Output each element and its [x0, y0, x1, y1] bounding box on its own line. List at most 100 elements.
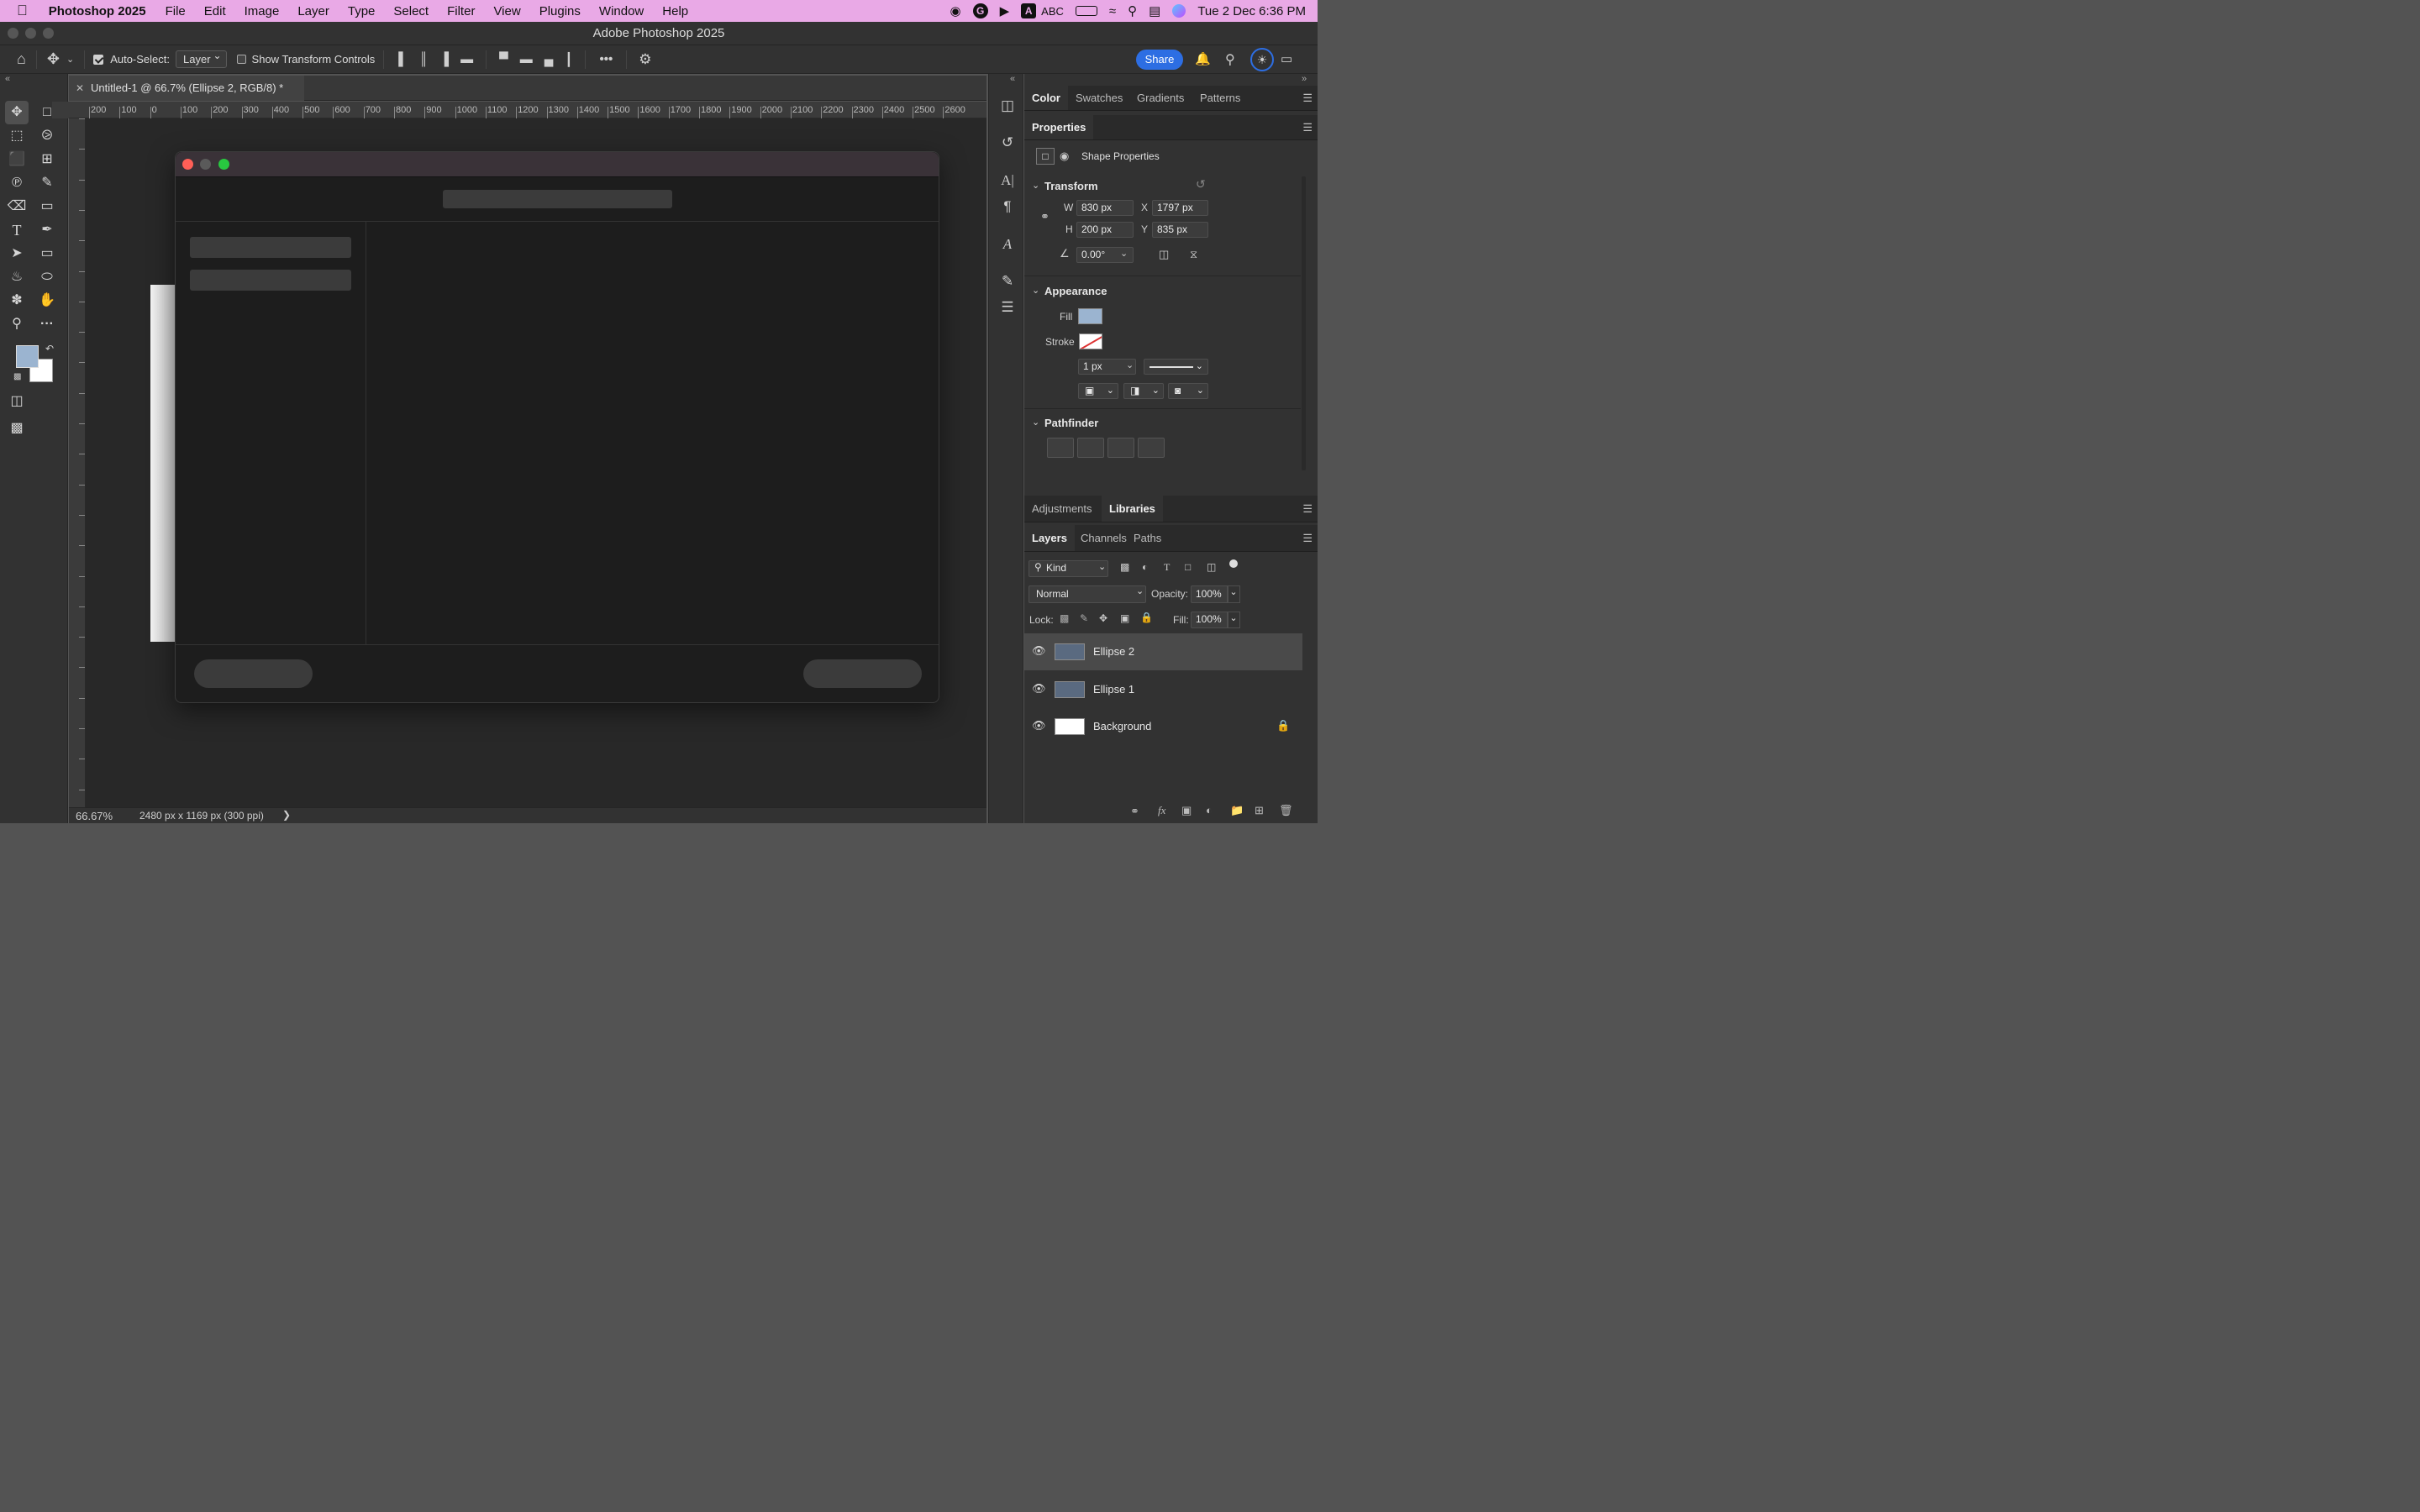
align-bottom-icon[interactable]: ▄: [544, 52, 554, 66]
fx-icon[interactable]: fx: [1158, 804, 1165, 817]
chevron-down-icon[interactable]: ⌄: [1227, 585, 1240, 603]
filter-type-icon[interactable]: T: [1164, 561, 1170, 574]
chevron-right-icon[interactable]: ❯: [282, 809, 291, 821]
workspace-icon[interactable]: ▭: [1281, 51, 1292, 66]
gradient-tool-icon[interactable]: ▭: [35, 195, 59, 218]
ellipse-tool-icon[interactable]: ⬭: [35, 265, 59, 289]
transform-section-title[interactable]: Transform: [1044, 180, 1098, 192]
chevron-down-icon[interactable]: ⌄: [1227, 612, 1240, 628]
trash-icon[interactable]: 🗑: [1279, 804, 1293, 817]
tab-swatches[interactable]: Swatches: [1068, 86, 1130, 110]
type-tool-icon[interactable]: T: [5, 218, 29, 242]
bell-icon[interactable]: 🔔: [1195, 51, 1211, 66]
eyedropper-tool-icon[interactable]: ℗: [5, 171, 29, 195]
filter-pixel-icon[interactable]: ▩: [1120, 561, 1129, 573]
battery-icon[interactable]: [1075, 6, 1097, 16]
layer-name[interactable]: Ellipse 1: [1093, 683, 1134, 696]
menu-window[interactable]: Window: [590, 4, 653, 18]
stroke-caps-dropdown[interactable]: ◨ ⌄: [1123, 383, 1164, 399]
align-top-icon[interactable]: ▀: [499, 52, 508, 66]
new-layer-icon[interactable]: ⊞: [1255, 804, 1264, 817]
paragraph-icon[interactable]: ¶: [997, 197, 1018, 217]
crop-tool-icon[interactable]: ⊞: [35, 148, 59, 171]
tab-adjustments[interactable]: Adjustments: [1024, 496, 1100, 522]
layer-row-background[interactable]: 👁 Background 🔒: [1024, 708, 1302, 745]
chevron-down-icon[interactable]: ⌄: [1120, 248, 1128, 259]
close-tab-icon[interactable]: ✕: [76, 76, 84, 101]
visibility-eye-icon[interactable]: 👁: [1032, 719, 1046, 732]
lock-icon[interactable]: 🔒: [1276, 719, 1290, 732]
auto-select-checkbox[interactable]: [93, 54, 104, 65]
height-field[interactable]: 200 px: [1076, 222, 1134, 238]
brush-settings-icon[interactable]: ✎: [997, 271, 1018, 291]
chevron-down-icon[interactable]: ⌄: [1098, 561, 1106, 572]
glyphs-icon[interactable]: A: [997, 234, 1018, 255]
lightbulb-icon[interactable]: ☀: [1250, 48, 1274, 71]
document-tab[interactable]: ✕ Untitled-1 @ 66.7% (Ellipse 2, RGB/8) …: [69, 76, 304, 101]
width-field[interactable]: 830 px: [1076, 200, 1134, 216]
home-icon[interactable]: ⌂: [17, 50, 26, 68]
add-mask-icon[interactable]: ▣: [1181, 804, 1192, 817]
panel-menu-icon[interactable]: ☰: [1302, 86, 1313, 111]
layer-name[interactable]: Background: [1093, 720, 1151, 732]
scrollbar[interactable]: [1302, 176, 1306, 470]
auto-select-dropdown[interactable]: Layer: [176, 50, 227, 68]
flip-vertical-icon[interactable]: ⧖: [1190, 248, 1197, 261]
align-middle-icon[interactable]: ▬: [520, 52, 533, 66]
opacity-field[interactable]: 100%: [1191, 585, 1228, 603]
lock-transparency-icon[interactable]: ▩: [1060, 612, 1069, 624]
link-layers-icon[interactable]: ⚭: [1130, 805, 1139, 818]
zoom-tool-icon[interactable]: ⚲: [5, 312, 29, 336]
panel-menu-icon[interactable]: ☰: [1302, 115, 1313, 140]
pathfinder-exclude-icon[interactable]: [1138, 438, 1165, 458]
history-icon[interactable]: ↺: [997, 133, 1018, 153]
close-window-button[interactable]: [8, 28, 18, 39]
menu-type[interactable]: Type: [339, 4, 385, 18]
align-center-icon[interactable]: ║: [419, 52, 429, 66]
filter-shape-icon[interactable]: □: [1185, 561, 1191, 573]
tab-color[interactable]: Color: [1024, 86, 1068, 110]
visibility-eye-icon[interactable]: 👁: [1032, 644, 1046, 658]
fill-opacity-field[interactable]: 100%: [1191, 612, 1228, 628]
search-icon[interactable]: ⚲: [1225, 51, 1235, 68]
lasso-tool-icon[interactable]: ⧁: [35, 124, 59, 148]
input-source-icon[interactable]: A: [1021, 3, 1037, 18]
eraser-tool-icon[interactable]: ⌫: [5, 195, 29, 218]
gear-icon[interactable]: ⚙: [639, 51, 651, 68]
share-button[interactable]: Share: [1136, 50, 1183, 70]
menu-layer[interactable]: Layer: [288, 4, 339, 18]
tab-gradients[interactable]: Gradients: [1129, 86, 1192, 110]
app-menu[interactable]: Photoshop 2025: [37, 4, 156, 18]
menu-select[interactable]: Select: [384, 4, 438, 18]
stroke-align-dropdown[interactable]: ▣ ⌄: [1078, 383, 1118, 399]
visibility-eye-icon[interactable]: 👁: [1032, 682, 1046, 696]
layer-comps-icon[interactable]: ◫: [997, 96, 1018, 116]
stroke-swatch[interactable]: [1079, 333, 1102, 349]
chevron-down-icon[interactable]: ⌄: [1032, 180, 1039, 191]
tab-paths[interactable]: Paths: [1126, 525, 1169, 551]
stroke-corners-dropdown[interactable]: ◙ ⌄: [1168, 383, 1208, 399]
quick-mask-icon[interactable]: ◫: [5, 390, 29, 413]
adjust-sliders-icon[interactable]: ☰: [997, 297, 1018, 318]
collapse-toggle-icon[interactable]: «: [1010, 74, 1015, 84]
move-tool-icon[interactable]: ✥: [5, 101, 29, 124]
paint-bucket-tool-icon[interactable]: ♨: [5, 265, 29, 289]
pathfinder-unite-icon[interactable]: [1047, 438, 1074, 458]
default-colors-icon[interactable]: ▩: [13, 372, 21, 381]
tab-properties[interactable]: Properties: [1024, 115, 1094, 139]
apple-menu-icon[interactable]: : [0, 3, 37, 19]
grammarly-icon[interactable]: G: [972, 3, 988, 18]
move-tool-icon[interactable]: ✥: [47, 50, 60, 68]
siri-icon[interactable]: [1172, 4, 1186, 18]
lock-all-icon[interactable]: 🔒: [1140, 612, 1153, 623]
new-group-icon[interactable]: 📁: [1230, 804, 1244, 817]
pathfinder-intersect-icon[interactable]: [1107, 438, 1134, 458]
menu-image[interactable]: Image: [235, 4, 289, 18]
blend-mode-dropdown[interactable]: Normal: [1028, 585, 1146, 603]
tab-libraries[interactable]: Libraries: [1102, 496, 1163, 522]
menu-filter[interactable]: Filter: [438, 4, 484, 18]
align-left-icon[interactable]: ▌: [398, 52, 408, 66]
fill-swatch[interactable]: [1078, 308, 1102, 324]
show-transform-checkbox[interactable]: [236, 55, 246, 64]
more-options-icon[interactable]: •••: [599, 52, 613, 66]
